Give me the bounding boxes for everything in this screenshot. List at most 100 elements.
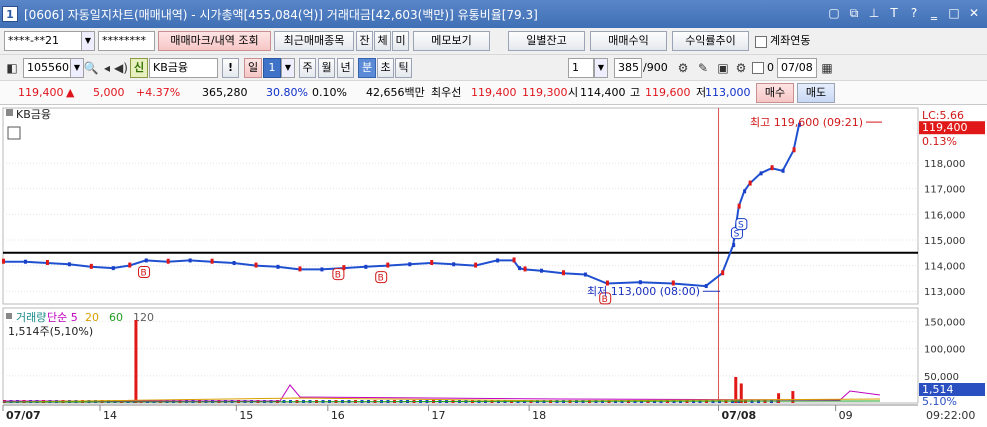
period-dropdown-icon[interactable]: ▼ xyxy=(281,58,295,78)
daily-balance-button[interactable]: 일별잔고 xyxy=(508,31,585,51)
account-select[interactable]: ****-**21 xyxy=(4,31,82,51)
recent-trade-stocks-button[interactable]: 최근매매종목 xyxy=(274,31,354,51)
memo-view-button[interactable]: 메모보기 xyxy=(413,31,490,51)
price-candle-down xyxy=(232,261,236,266)
interval-dropdown-icon[interactable]: ▼ xyxy=(594,58,608,78)
price-candle-down xyxy=(452,262,456,267)
save-icon[interactable]: ▣ xyxy=(714,58,732,78)
password-field[interactable]: ******** xyxy=(98,31,155,51)
unit-minute-button[interactable]: 분 xyxy=(358,58,376,78)
price-tick-label: 113,000 xyxy=(924,287,965,298)
title-bar: 1 [0606] 자동일지차트(매매내역) - 시가총액[455,084(억)]… xyxy=(0,0,987,28)
price-volume-chart[interactable]: 113,000 114,000 115,000 116,000 117,000 118,0… xyxy=(0,105,987,427)
minimize-icon[interactable]: ‗ xyxy=(927,6,941,20)
indicator-icon[interactable]: ⚙ xyxy=(674,58,692,78)
sell-marker-label: S xyxy=(734,230,740,240)
high-price: 119,600 xyxy=(645,86,691,99)
price-candle-up xyxy=(386,262,390,268)
buy-marker: B xyxy=(375,271,388,284)
turnover-rate: 0.10% xyxy=(312,86,347,99)
ask-price: 119,400 xyxy=(471,86,517,99)
current-pct-label: 0.13% xyxy=(922,135,957,148)
account-link-checkbox[interactable] xyxy=(755,36,767,48)
period-value-field[interactable]: 1 xyxy=(263,58,281,78)
draw-tool-icon[interactable]: ✎ xyxy=(694,58,712,78)
price-candle-down xyxy=(540,268,544,273)
x-axis-label: 15 xyxy=(239,409,253,422)
price-candle-down xyxy=(364,264,368,269)
speaker-icon[interactable]: ◀) xyxy=(112,58,130,78)
data-count-field[interactable]: 385 xyxy=(614,58,642,78)
price-candle-down xyxy=(518,266,522,271)
low-annotation: 최저 113,000 (08:00) xyxy=(587,285,700,298)
account-dropdown-icon[interactable]: ▼ xyxy=(81,31,95,51)
x-axis-label: 07/07 xyxy=(6,409,41,422)
buy-marker: B xyxy=(332,268,345,281)
price-candle-down xyxy=(781,168,785,173)
settings-gear-icon[interactable]: ⚙ xyxy=(732,58,750,78)
alert-button[interactable]: ! xyxy=(222,58,239,78)
price-candle-down xyxy=(732,243,736,248)
period-day-button[interactable]: 일 xyxy=(244,58,262,78)
price-tick-label: 116,000 xyxy=(924,210,965,221)
text-icon[interactable]: T xyxy=(887,6,901,20)
period-year-button[interactable]: 년 xyxy=(337,58,354,78)
help-icon[interactable]: ? xyxy=(907,6,921,20)
price-candle-up xyxy=(721,270,725,276)
volume-value: 365,280 xyxy=(202,86,248,99)
sell-marker-label: S xyxy=(738,221,744,231)
screen-list-icon[interactable]: ◧ xyxy=(3,58,21,78)
unit-second-button[interactable]: 초 xyxy=(377,58,394,78)
stock-code-input[interactable]: 105560 xyxy=(23,58,71,78)
price-candle-up xyxy=(128,262,132,268)
panel-toggle-icon xyxy=(6,109,13,116)
buy-button[interactable]: 매수 xyxy=(756,83,794,103)
period-month-button[interactable]: 월 xyxy=(318,58,335,78)
high-annotation: 최고 119,600 (09:21) xyxy=(750,116,863,129)
sell-button[interactable]: 매도 xyxy=(797,83,835,103)
unit-tick-button[interactable]: 틱 xyxy=(395,58,412,78)
price-candle-up xyxy=(770,165,774,171)
date-checkbox[interactable] xyxy=(752,62,764,74)
price-candle-down xyxy=(496,258,500,263)
volume-legend-item: 단순 5 xyxy=(47,311,78,324)
volume-legend-item: 거래량 xyxy=(16,311,46,324)
interval-select[interactable]: 1 xyxy=(568,58,594,78)
price-tick-label: 118,000 xyxy=(924,159,965,170)
x-axis-label: 17 xyxy=(431,409,445,422)
window-icon[interactable]: ▢ xyxy=(827,6,841,20)
current-price: 119,400 xyxy=(18,86,64,99)
volume-spike-bar xyxy=(734,376,738,403)
buy-marker-label: B xyxy=(378,274,384,284)
maximize-icon[interactable]: □ xyxy=(947,6,961,20)
account-toolbar: ****-**21 ▼ ******** 매매마크/내역 조회 최근매매종목 잔… xyxy=(0,28,987,55)
calendar-icon[interactable]: ▦ xyxy=(818,58,836,78)
price-candle-down xyxy=(638,280,642,285)
sell-marker: S xyxy=(735,218,748,231)
date-field[interactable]: 07/08 xyxy=(777,58,817,78)
stock-name-field[interactable]: KB금융 xyxy=(149,58,218,78)
trade-profit-button[interactable]: 매매수익 xyxy=(590,31,667,51)
window-title: [0606] 자동일지차트(매매내역) - 시가총액[455,084(억)] 거… xyxy=(24,7,538,22)
trade-mark-query-button[interactable]: 매매마크/내역 조회 xyxy=(158,31,271,51)
tab-balance[interactable]: 잔 xyxy=(356,31,373,51)
copy-icon[interactable]: ⧉ xyxy=(847,6,861,20)
price-candle-up xyxy=(45,260,49,266)
price-change: 5,000 xyxy=(93,86,125,99)
price-candle-down xyxy=(188,258,192,263)
volume-tick-label: 100,000 xyxy=(924,345,965,356)
date-checkbox-label: 0 xyxy=(767,61,774,74)
trade-amount: 42,656백만 xyxy=(366,86,425,99)
best-quote-label: 최우선 xyxy=(431,86,462,99)
price-candle-up xyxy=(254,262,258,268)
buy-marker-label: B xyxy=(335,271,341,281)
period-week-button[interactable]: 주 xyxy=(299,58,316,78)
return-trend-button[interactable]: 수익률추이 xyxy=(672,31,749,51)
price-candle-up xyxy=(561,270,565,276)
tab-executed[interactable]: 체 xyxy=(374,31,391,51)
pin-icon[interactable]: ⊥ xyxy=(867,6,881,20)
close-icon[interactable]: ✕ xyxy=(967,6,981,20)
x-axis-label: 07/08 xyxy=(722,409,757,422)
buy-marker-label: B xyxy=(140,269,146,279)
tab-unexecuted[interactable]: 미 xyxy=(392,31,409,51)
